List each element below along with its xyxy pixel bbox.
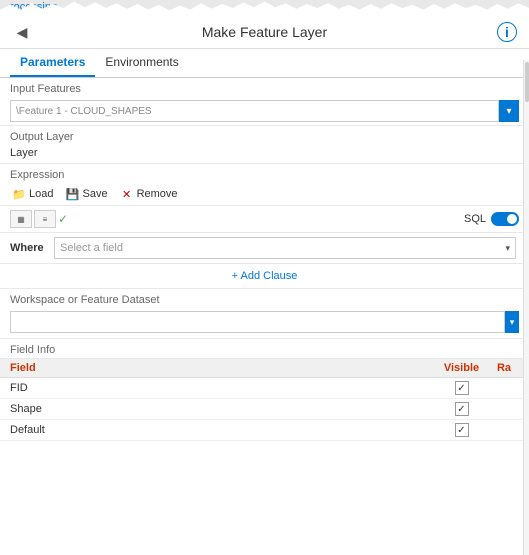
where-label: Where [10, 242, 46, 254]
scrollbar[interactable] [523, 60, 529, 555]
check-icon: ✓ [58, 212, 68, 226]
add-clause-row: + Add Clause [0, 264, 529, 289]
visible-checkbox-default[interactable]: ✓ [434, 423, 489, 437]
workspace-input-row: ▾ [0, 308, 529, 339]
main-window: rocessing ◀ Make Feature Layer i Paramet… [0, 0, 529, 555]
workspace-input-field[interactable] [10, 311, 505, 333]
workspace-label: Workspace or Feature Dataset [0, 289, 529, 308]
info-icon: i [505, 24, 509, 40]
save-icon: 💾 [65, 187, 79, 201]
scrollbar-thumb [525, 62, 529, 102]
load-label: Load [29, 188, 53, 200]
where-clause-row: Where Select a field ▾ [0, 233, 529, 264]
input-features-dropdown-button[interactable]: ▾ [499, 100, 519, 122]
tab-environments[interactable]: Environments [95, 49, 188, 77]
sql-toggle[interactable] [491, 212, 519, 226]
remove-button[interactable]: ✕ Remove [118, 186, 180, 202]
checkbox-shape[interactable]: ✓ [455, 402, 469, 416]
table-row: FID ✓ [0, 378, 529, 399]
visible-checkbox-shape[interactable]: ✓ [434, 402, 489, 416]
col-visible-header: Visible [434, 362, 489, 374]
sql-btn-1[interactable]: ▦ [10, 210, 32, 228]
breadcrumb-link[interactable]: rocessing [10, 1, 57, 13]
tab-parameters[interactable]: Parameters [10, 49, 95, 77]
checkbox-fid[interactable]: ✓ [455, 381, 469, 395]
sql-builder-row: ▦ ≡ ✓ SQL [0, 206, 529, 233]
save-label: Save [82, 188, 107, 200]
back-button[interactable]: ◀ [12, 22, 32, 42]
input-features-field[interactable] [10, 100, 499, 122]
save-button[interactable]: 💾 Save [63, 186, 109, 202]
field-default: Default [10, 424, 434, 436]
sql-small-buttons: ▦ ≡ ✓ [10, 210, 68, 228]
dropdown-arrow-icon: ▾ [505, 243, 510, 254]
remove-label: Remove [137, 188, 178, 200]
col-ra-header: Ra [489, 362, 519, 374]
table-row: Default ✓ [0, 420, 529, 441]
checkbox-default[interactable]: ✓ [455, 423, 469, 437]
field-shape: Shape [10, 403, 434, 415]
chevron-left-icon: ◀ [17, 24, 28, 41]
dialog-title: Make Feature Layer [32, 24, 497, 40]
tabs-container: Parameters Environments [0, 49, 529, 78]
expression-toolbar: 📁 Load 💾 Save ✕ Remove [0, 183, 529, 206]
sql-toggle-label: SQL [464, 212, 519, 226]
input-features-label: Input Features [0, 78, 529, 97]
workspace-dropdown-button[interactable]: ▾ [505, 311, 519, 333]
field-select-placeholder: Select a field [60, 242, 123, 254]
info-button[interactable]: i [497, 22, 517, 42]
folder-icon: 📁 [12, 187, 26, 201]
sql-text: SQL [464, 213, 486, 225]
add-clause-button[interactable]: + Add Clause [10, 270, 519, 282]
field-info-label: Field Info [0, 339, 529, 359]
load-button[interactable]: 📁 Load [10, 186, 55, 202]
dialog-header: ◀ Make Feature Layer i [0, 16, 529, 49]
sql-btn-2[interactable]: ≡ [34, 210, 56, 228]
field-fid: FID [10, 382, 434, 394]
visible-checkbox-fid[interactable]: ✓ [434, 381, 489, 395]
table-header: Field Visible Ra [0, 359, 529, 378]
torn-top-edge: rocessing [0, 0, 529, 16]
close-icon: ✕ [120, 187, 134, 201]
col-field-header: Field [10, 362, 434, 374]
field-select-dropdown[interactable]: Select a field ▾ [54, 237, 516, 259]
content-area: Input Features ▾ Output Layer Layer Expr… [0, 78, 529, 441]
table-row: Shape ✓ [0, 399, 529, 420]
expression-label: Expression [0, 164, 529, 183]
output-layer-value: Layer [0, 145, 529, 164]
input-features-row: ▾ [0, 97, 529, 126]
output-layer-label: Output Layer [0, 126, 529, 145]
